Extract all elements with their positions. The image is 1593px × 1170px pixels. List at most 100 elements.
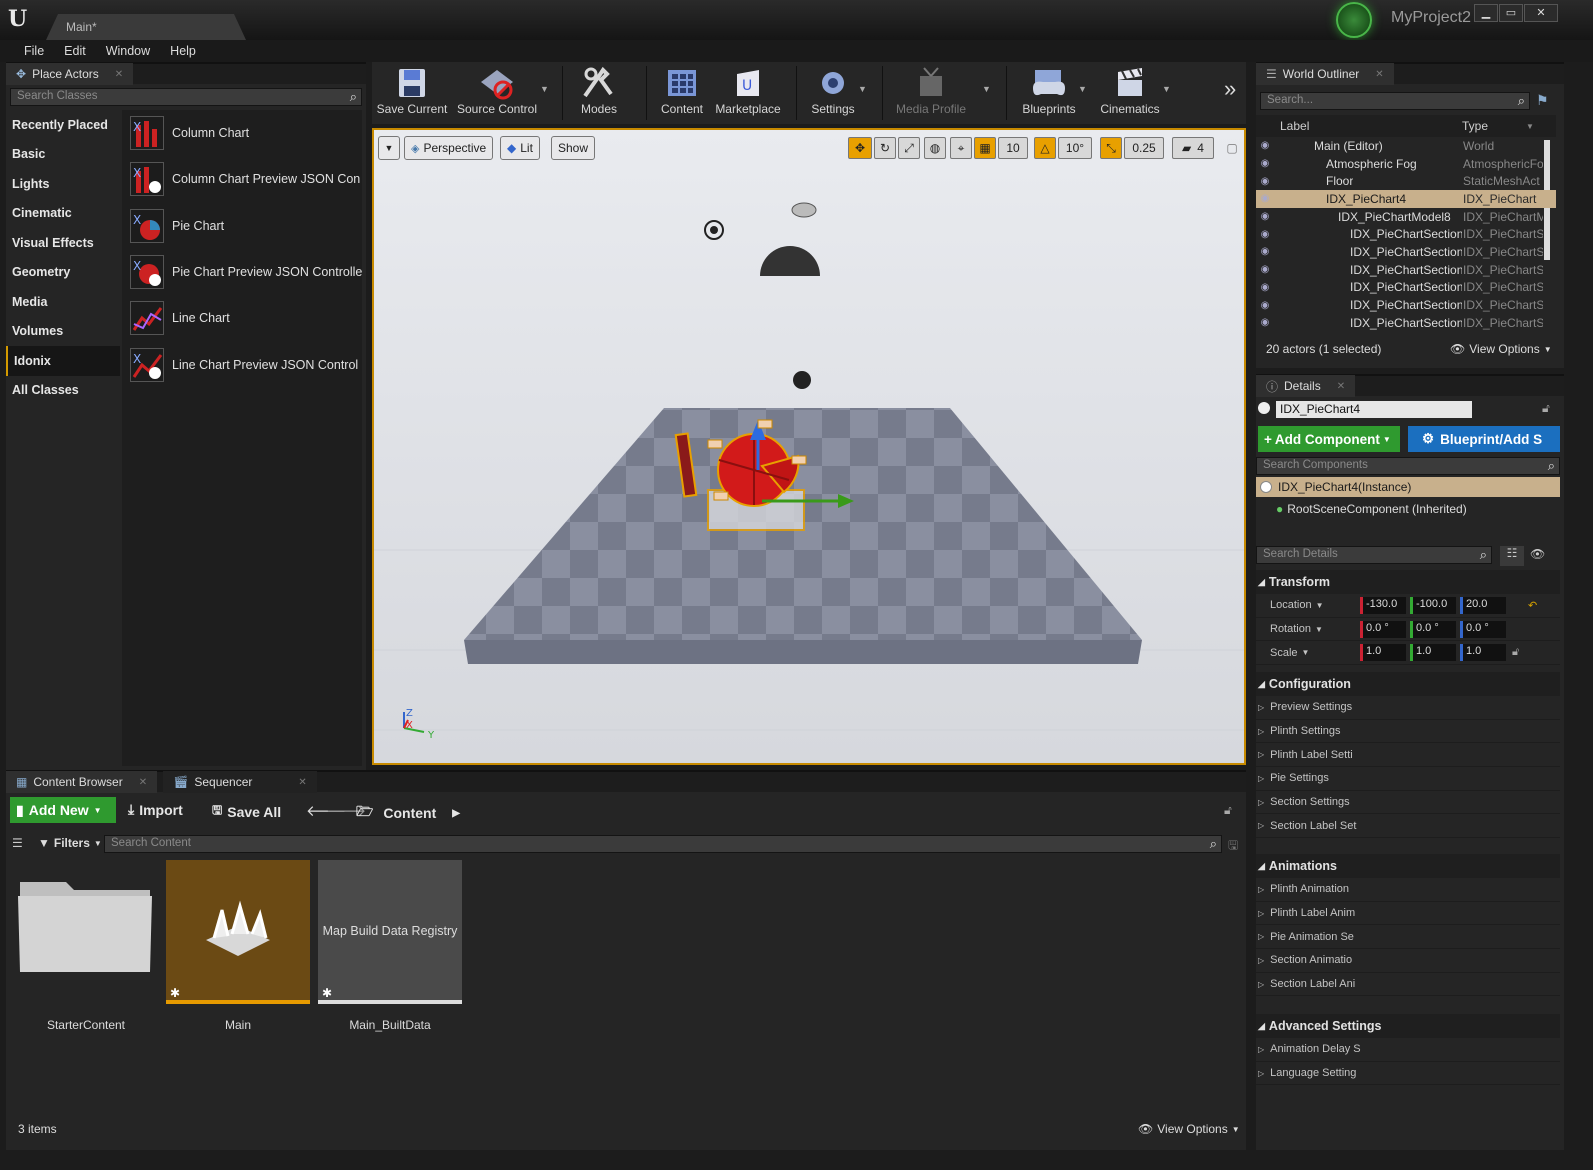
outliner-row[interactable]: ◉ IDX_PieChartSectionL IDX_PieChartS (1256, 279, 1556, 297)
root-component-row[interactable]: ● RootSceneComponent (Inherited) (1276, 502, 1467, 516)
menu-file[interactable]: File (14, 44, 54, 58)
scale-label[interactable]: Scale (1270, 647, 1298, 659)
close-icon[interactable]: ✕ (1524, 4, 1558, 22)
visibility-eye-icon[interactable]: ◉ (1256, 282, 1274, 293)
save-search-icon[interactable]: 🖫︎ (1228, 836, 1238, 857)
category-all-classes[interactable]: All Classes (6, 376, 120, 406)
chevron-down-icon[interactable]: ▼ (1316, 601, 1324, 610)
tab-details[interactable]: ⓘ Details ✕ (1256, 375, 1356, 397)
cinematics-button[interactable]: Cinematics (1094, 64, 1166, 122)
modes-button[interactable]: Modes (568, 64, 630, 122)
chevron-down-icon[interactable]: ▼ (1078, 84, 1087, 94)
column-type-header[interactable]: Type (1462, 119, 1488, 133)
settings-button[interactable]: Settings (802, 64, 864, 122)
advanced-settings-header[interactable]: ◢ Advanced Settings (1256, 1014, 1560, 1038)
visibility-eye-icon[interactable]: ◉ (1256, 264, 1274, 275)
minimize-icon[interactable]: ▁ (1474, 4, 1498, 22)
animations-header[interactable]: ◢ Animations (1256, 854, 1560, 878)
add-actor-icon[interactable]: ⚑ (1536, 92, 1549, 109)
outliner-row[interactable]: ◉ Floor StaticMeshAct (1256, 172, 1556, 190)
save-all-button[interactable]: 🖫︎ Save All (212, 801, 281, 822)
close-tab-icon[interactable]: ✕ (139, 777, 147, 788)
property-row[interactable]: ▷ Language Setting (1256, 1062, 1560, 1086)
close-tab-icon[interactable]: ✕ (1337, 381, 1345, 392)
outliner-view-options[interactable]: 👁 View Options ▼ (1450, 342, 1552, 356)
level-tab[interactable]: Main* (46, 14, 246, 40)
sources-panel-icon[interactable]: ☰ (12, 836, 23, 850)
tab-place-actors[interactable]: ✥ Place Actors ✕ (6, 63, 134, 85)
property-row[interactable]: ▷ Section Animatio (1256, 949, 1560, 973)
asset-tile[interactable]: Map Build Data Registry ✱ (318, 860, 462, 1004)
outliner-row[interactable]: ◉ IDX_PieChartSectionL IDX_PieChartS (1256, 243, 1556, 261)
outliner-row[interactable]: ◉ Atmospheric Fog AtmosphericFo (1256, 155, 1556, 173)
visibility-eye-icon[interactable]: ◉ (1256, 176, 1274, 187)
menu-window[interactable]: Window (96, 44, 160, 58)
category-media[interactable]: Media (6, 287, 120, 317)
visibility-eye-icon[interactable]: ◉ (1256, 193, 1274, 204)
lock-icon[interactable]: 🔓︎ (1542, 401, 1550, 416)
scale-z-field[interactable]: 1.0 (1460, 644, 1506, 662)
blueprint-add-script-button[interactable]: ⚙ Blueprint/Add S (1408, 426, 1560, 452)
outliner-row[interactable]: ◉ IDX_PieChartSectionL IDX_PieChartS (1256, 261, 1556, 279)
chevron-down-icon[interactable]: ▼ (540, 84, 549, 94)
close-tab-icon[interactable]: ✕ (115, 69, 123, 80)
menu-help[interactable]: Help (160, 44, 206, 58)
close-tab-icon[interactable]: ✕ (298, 777, 306, 788)
actor-item[interactable]: X Pie Chart (122, 203, 362, 249)
reset-arrow-icon[interactable]: ↶ (1528, 599, 1537, 612)
close-tab-icon[interactable]: ✕ (1375, 69, 1383, 80)
category-volumes[interactable]: Volumes (6, 317, 120, 347)
location-y-field[interactable]: -100.0 (1410, 597, 1456, 614)
scale-x-field[interactable]: 1.0 (1360, 644, 1406, 662)
actor-item[interactable]: X Column Chart Preview JSON Con (122, 156, 362, 202)
property-row[interactable]: ▷ Section Label Ani (1256, 973, 1560, 997)
outliner-row[interactable]: ◉ IDX_PieChartSectionL IDX_PieChartS (1256, 296, 1556, 314)
filters-button[interactable]: ▼ Filters ▼ (38, 836, 102, 850)
property-row[interactable]: ▷ Pie Settings (1256, 767, 1560, 791)
rotation-y-field[interactable]: 0.0 ° (1410, 620, 1456, 638)
column-label-header[interactable]: Label (1280, 119, 1309, 133)
category-idonix[interactable]: Idonix (6, 346, 120, 376)
outliner-row[interactable]: ◉ Main (Editor) World (1256, 137, 1556, 155)
asset-tile[interactable] (14, 860, 158, 1004)
search-content-input[interactable]: Search Content ⌕ (104, 835, 1222, 853)
visibility-eye-icon[interactable]: ◉ (1256, 300, 1274, 311)
category-recently-placed[interactable]: Recently Placed (6, 110, 120, 140)
chevron-down-icon[interactable]: ▼ (858, 84, 867, 94)
outliner-row[interactable]: ◉ IDX_PieChartSectionM IDX_PieChartS (1256, 314, 1556, 332)
category-geometry[interactable]: Geometry (6, 258, 120, 288)
outliner-row[interactable]: ◉ IDX_PieChartModel8 IDX_PieChartM (1256, 208, 1556, 226)
visibility-eye-icon[interactable]: ◉ (1256, 246, 1274, 257)
import-button[interactable]: ⤓ Import (128, 801, 183, 818)
transform-header[interactable]: ◢ Transform (1256, 570, 1560, 594)
actor-name-field[interactable]: IDX_PieChart4 (1276, 401, 1472, 418)
outliner-row[interactable]: ◉ IDX_PieChartSectionL IDX_PieChartS (1256, 225, 1556, 243)
tab-world-outliner[interactable]: ☰ World Outliner ✕ (1256, 63, 1394, 85)
property-row[interactable]: ▷ Preview Settings (1256, 696, 1560, 720)
level-viewport[interactable]: ▼ ◈ Perspective ◆ Lit Show ✥ ↻ ⤢ ◍ ⌖ ▦ 1… (372, 128, 1246, 765)
add-component-button[interactable]: + Add Component ▼ (1258, 426, 1400, 452)
eye-icon[interactable]: 👁 (1530, 547, 1545, 561)
content-view-options[interactable]: 👁 View Options ▼ (1138, 1122, 1240, 1136)
visibility-eye-icon[interactable]: ◉ (1256, 158, 1274, 169)
chevron-down-icon[interactable]: ▼ (1526, 122, 1534, 131)
save-current-button[interactable]: Save Current (376, 64, 448, 122)
tab-sequencer[interactable]: 🎬︎ Sequencer ✕ (163, 771, 317, 793)
configuration-header[interactable]: ◢ Configuration (1256, 672, 1560, 696)
search-components-input[interactable]: Search Components ⌕ (1256, 457, 1560, 475)
property-matrix-icon[interactable]: ☷ (1500, 546, 1524, 566)
visibility-eye-icon[interactable]: ◉ (1256, 140, 1274, 151)
expand-toolbar-icon[interactable]: » (1224, 76, 1236, 102)
location-x-field[interactable]: -130.0 (1360, 597, 1406, 614)
property-row[interactable]: ▷ Animation Delay S (1256, 1038, 1560, 1062)
search-details-input[interactable]: Search Details ⌕ (1256, 546, 1492, 564)
chevron-down-icon[interactable]: ▼ (1302, 648, 1310, 657)
rotation-x-field[interactable]: 0.0 ° (1360, 620, 1406, 638)
component-instance-row[interactable]: IDX_PieChart4(Instance) (1256, 477, 1560, 497)
rotation-label[interactable]: Rotation (1270, 623, 1311, 635)
outliner-row-selected[interactable]: ◉ IDX_PieChart4 IDX_PieChart (1256, 190, 1556, 208)
property-row[interactable]: ▷ Section Settings (1256, 791, 1560, 815)
category-basic[interactable]: Basic (6, 140, 120, 170)
location-label[interactable]: Location (1270, 599, 1312, 611)
rotation-z-field[interactable]: 0.0 ° (1460, 620, 1506, 638)
